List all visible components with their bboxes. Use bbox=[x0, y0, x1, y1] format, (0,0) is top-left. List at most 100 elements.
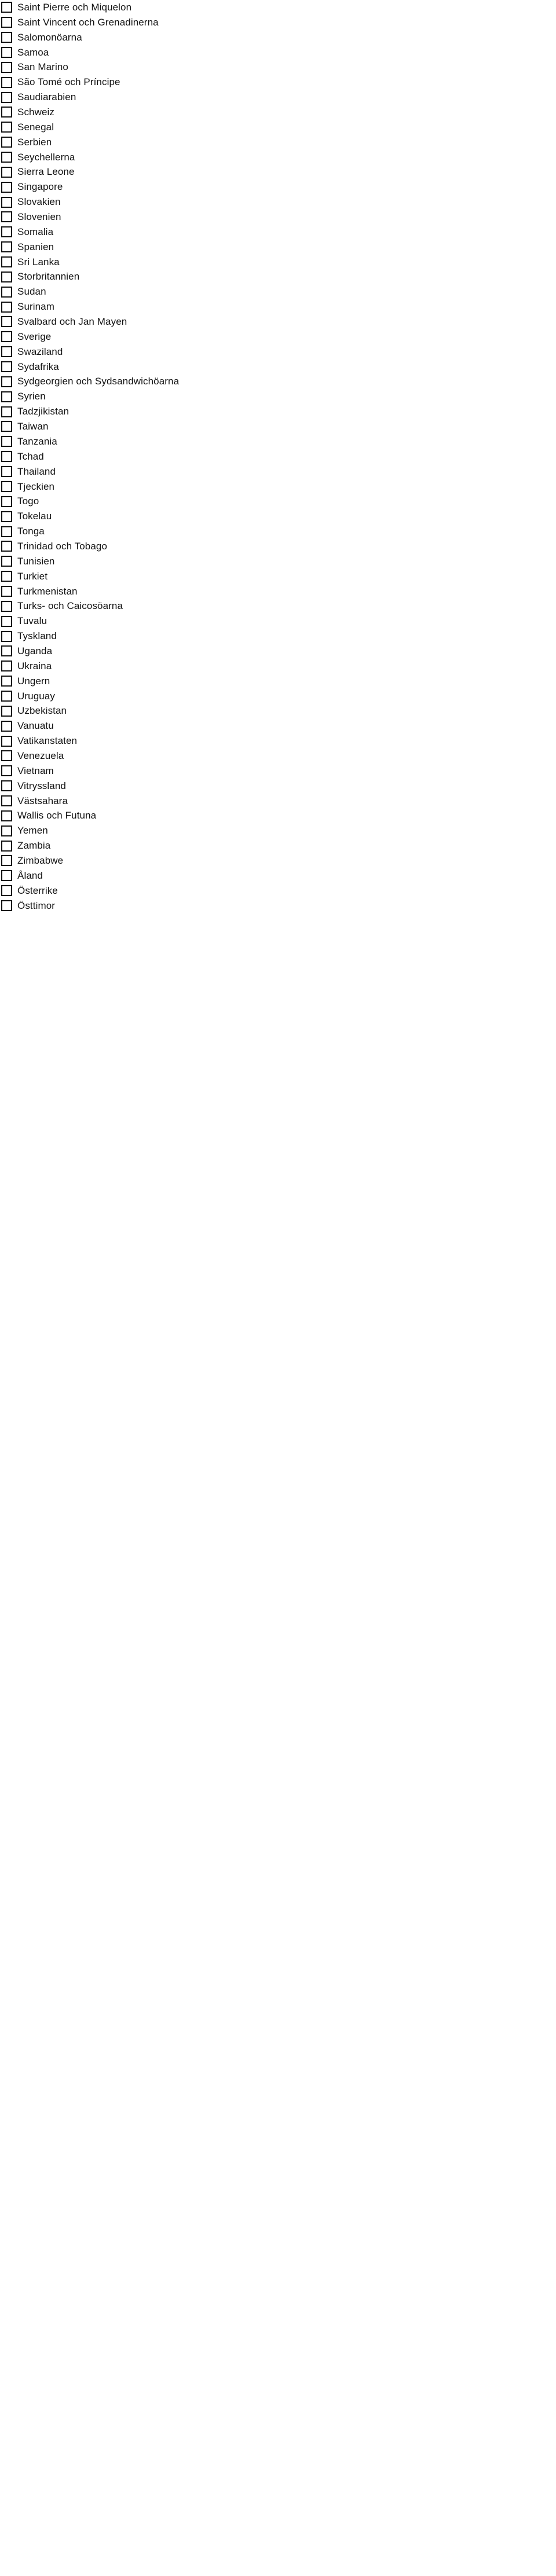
checkbox-unchecked-icon[interactable] bbox=[1, 196, 12, 208]
country-list-item[interactable]: Storbritannien bbox=[0, 269, 556, 284]
checkbox-unchecked-icon[interactable] bbox=[1, 885, 12, 897]
checkbox-unchecked-icon[interactable] bbox=[1, 571, 12, 582]
country-list-item[interactable]: Slovakien bbox=[0, 195, 556, 210]
country-list-item[interactable]: Tuvalu bbox=[0, 614, 556, 629]
country-list-item[interactable]: Seychellerna bbox=[0, 150, 556, 165]
country-list-item[interactable]: Svalbard och Jan Mayen bbox=[0, 314, 556, 329]
checkbox-unchecked-icon[interactable] bbox=[1, 705, 12, 717]
country-list-item[interactable]: Somalia bbox=[0, 225, 556, 240]
checkbox-unchecked-icon[interactable] bbox=[1, 900, 12, 911]
checkbox-unchecked-icon[interactable] bbox=[1, 556, 12, 567]
checkbox-unchecked-icon[interactable] bbox=[1, 496, 12, 507]
country-list-item[interactable]: Saint Vincent och Grenadinerna bbox=[0, 15, 556, 30]
checkbox-unchecked-icon[interactable] bbox=[1, 17, 12, 28]
country-list-item[interactable]: Swaziland bbox=[0, 344, 556, 359]
checkbox-unchecked-icon[interactable] bbox=[1, 855, 12, 867]
checkbox-unchecked-icon[interactable] bbox=[1, 615, 12, 627]
checkbox-unchecked-icon[interactable] bbox=[1, 211, 12, 223]
checkbox-unchecked-icon[interactable] bbox=[1, 466, 12, 478]
country-list-item[interactable]: Yemen bbox=[0, 823, 556, 838]
country-list-item[interactable]: Tunisien bbox=[0, 554, 556, 569]
checkbox-unchecked-icon[interactable] bbox=[1, 660, 12, 672]
checkbox-unchecked-icon[interactable] bbox=[1, 690, 12, 702]
country-list-item[interactable]: Turkiet bbox=[0, 569, 556, 584]
country-list-item[interactable]: Samoa bbox=[0, 45, 556, 60]
checkbox-unchecked-icon[interactable] bbox=[1, 2, 12, 13]
country-list-item[interactable]: Sverige bbox=[0, 329, 556, 344]
country-list-item[interactable]: Sudan bbox=[0, 284, 556, 299]
checkbox-unchecked-icon[interactable] bbox=[1, 316, 12, 328]
country-list-item[interactable]: Tjeckien bbox=[0, 479, 556, 494]
country-list-item[interactable]: Singapore bbox=[0, 179, 556, 195]
country-list-item[interactable]: Västsahara bbox=[0, 794, 556, 809]
checkbox-unchecked-icon[interactable] bbox=[1, 511, 12, 522]
checkbox-unchecked-icon[interactable] bbox=[1, 720, 12, 732]
checkbox-unchecked-icon[interactable] bbox=[1, 585, 12, 597]
country-list-item[interactable]: Spanien bbox=[0, 240, 556, 255]
country-list-item[interactable]: Taiwan bbox=[0, 419, 556, 434]
checkbox-unchecked-icon[interactable] bbox=[1, 735, 12, 747]
checkbox-unchecked-icon[interactable] bbox=[1, 391, 12, 402]
checkbox-unchecked-icon[interactable] bbox=[1, 241, 12, 253]
country-list-item[interactable]: Surinam bbox=[0, 299, 556, 314]
country-list-item[interactable]: Tokelau bbox=[0, 509, 556, 524]
checkbox-unchecked-icon[interactable] bbox=[1, 166, 12, 178]
country-list-item[interactable]: Venezuela bbox=[0, 748, 556, 764]
checkbox-unchecked-icon[interactable] bbox=[1, 421, 12, 432]
country-list-item[interactable]: São Tomé och Príncipe bbox=[0, 75, 556, 90]
checkbox-unchecked-icon[interactable] bbox=[1, 301, 12, 313]
checkbox-unchecked-icon[interactable] bbox=[1, 137, 12, 148]
country-list-item[interactable]: Togo bbox=[0, 494, 556, 509]
checkbox-unchecked-icon[interactable] bbox=[1, 361, 12, 373]
checkbox-unchecked-icon[interactable] bbox=[1, 541, 12, 552]
checkbox-unchecked-icon[interactable] bbox=[1, 840, 12, 852]
checkbox-unchecked-icon[interactable] bbox=[1, 76, 12, 88]
country-list-item[interactable]: Tonga bbox=[0, 524, 556, 539]
country-list-item[interactable]: Uruguay bbox=[0, 689, 556, 704]
country-list-item[interactable]: Åland bbox=[0, 868, 556, 883]
country-list-item[interactable]: Vatikanstaten bbox=[0, 733, 556, 748]
country-list-item[interactable]: Vietnam bbox=[0, 764, 556, 779]
checkbox-unchecked-icon[interactable] bbox=[1, 122, 12, 133]
country-list-item[interactable]: Sierra Leone bbox=[0, 164, 556, 179]
checkbox-unchecked-icon[interactable] bbox=[1, 256, 12, 268]
country-list-item[interactable]: Syrien bbox=[0, 389, 556, 404]
checkbox-unchecked-icon[interactable] bbox=[1, 331, 12, 343]
checkbox-unchecked-icon[interactable] bbox=[1, 810, 12, 821]
country-list-item[interactable]: Vitryssland bbox=[0, 779, 556, 794]
checkbox-unchecked-icon[interactable] bbox=[1, 765, 12, 777]
country-list-item[interactable]: Serbien bbox=[0, 135, 556, 150]
checkbox-unchecked-icon[interactable] bbox=[1, 645, 12, 657]
country-list-item[interactable]: Tadzjikistan bbox=[0, 404, 556, 419]
country-list-item[interactable]: Östtimor bbox=[0, 898, 556, 913]
country-list-item[interactable]: Tanzania bbox=[0, 434, 556, 449]
country-list-item[interactable]: Uzbekistan bbox=[0, 703, 556, 718]
country-list-item[interactable]: Schweiz bbox=[0, 105, 556, 120]
country-list-item[interactable]: Tchad bbox=[0, 449, 556, 464]
checkbox-unchecked-icon[interactable] bbox=[1, 870, 12, 882]
country-list-item[interactable]: Turks- och Caicosöarna bbox=[0, 599, 556, 614]
country-list-item[interactable]: Senegal bbox=[0, 120, 556, 135]
country-list-item[interactable]: Sydafrika bbox=[0, 359, 556, 375]
checkbox-unchecked-icon[interactable] bbox=[1, 286, 12, 298]
country-list-item[interactable]: Ungern bbox=[0, 674, 556, 689]
checkbox-unchecked-icon[interactable] bbox=[1, 32, 12, 43]
checkbox-unchecked-icon[interactable] bbox=[1, 451, 12, 463]
country-list-item[interactable]: Uganda bbox=[0, 644, 556, 659]
checkbox-unchecked-icon[interactable] bbox=[1, 436, 12, 447]
country-list-item[interactable]: Saudiarabien bbox=[0, 90, 556, 105]
checkbox-unchecked-icon[interactable] bbox=[1, 795, 12, 806]
checkbox-unchecked-icon[interactable] bbox=[1, 825, 12, 836]
checkbox-unchecked-icon[interactable] bbox=[1, 376, 12, 387]
checkbox-unchecked-icon[interactable] bbox=[1, 61, 12, 73]
country-list-item[interactable]: Sri Lanka bbox=[0, 255, 556, 270]
country-list-item[interactable]: Saint Pierre och Miquelon bbox=[0, 0, 556, 15]
country-list-item[interactable]: Vanuatu bbox=[0, 718, 556, 733]
checkbox-unchecked-icon[interactable] bbox=[1, 750, 12, 762]
country-list-item[interactable]: Österrike bbox=[0, 883, 556, 898]
checkbox-unchecked-icon[interactable] bbox=[1, 780, 12, 792]
checkbox-unchecked-icon[interactable] bbox=[1, 47, 12, 58]
country-list-item[interactable]: Ukraina bbox=[0, 659, 556, 674]
checkbox-unchecked-icon[interactable] bbox=[1, 346, 12, 358]
country-list-item[interactable]: Salomonöarna bbox=[0, 30, 556, 45]
